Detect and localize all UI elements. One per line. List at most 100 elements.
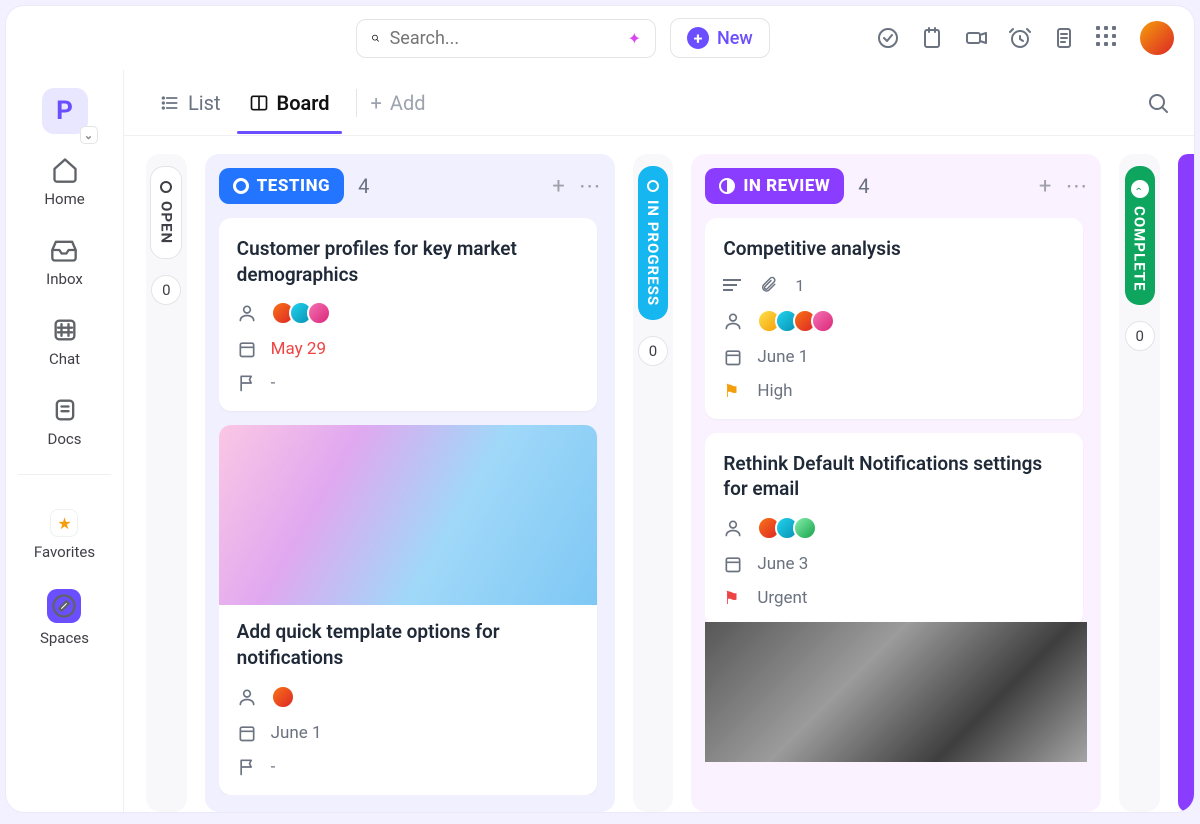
task-card[interactable]: Add quick template options for notificat… bbox=[219, 425, 597, 794]
status-pill-in-progress: IN PROGRESS bbox=[638, 166, 668, 320]
compass-icon bbox=[47, 589, 81, 623]
workspace-letter: P bbox=[56, 96, 73, 126]
search-icon[interactable] bbox=[1146, 91, 1170, 115]
hashtag-icon bbox=[51, 316, 79, 344]
sidebar-divider bbox=[18, 474, 112, 475]
task-card[interactable]: Rethink Default Notifications settings f… bbox=[705, 433, 1083, 626]
tab-label: List bbox=[188, 91, 221, 115]
status-name: COMPLETE bbox=[1131, 206, 1149, 291]
nav-label: Docs bbox=[48, 430, 82, 448]
doc-icon[interactable] bbox=[1052, 26, 1076, 50]
card-title: Customer profiles for key market demogra… bbox=[237, 236, 579, 287]
priority-value: - bbox=[271, 373, 276, 393]
assignee-avatars[interactable] bbox=[271, 685, 295, 709]
status-name: IN PROGRESS bbox=[644, 200, 662, 306]
add-view-label: Add bbox=[390, 91, 426, 115]
add-task-icon[interactable]: + bbox=[1039, 174, 1051, 199]
home-icon bbox=[51, 156, 79, 184]
chevron-left-icon: ‹ bbox=[1131, 180, 1149, 198]
search-input[interactable] bbox=[390, 28, 618, 49]
attachment-count: 1 bbox=[795, 276, 804, 295]
more-icon[interactable]: ⋯ bbox=[1065, 174, 1087, 199]
reminder-alarm-icon[interactable] bbox=[1008, 26, 1032, 50]
tab-label: Board bbox=[277, 91, 330, 115]
assignee-icon bbox=[723, 518, 743, 538]
column-count: 4 bbox=[858, 174, 869, 198]
plus-circle-icon: + bbox=[687, 27, 709, 49]
docs-icon bbox=[51, 396, 79, 424]
video-icon[interactable] bbox=[964, 26, 988, 50]
nav-label: Spaces bbox=[40, 629, 89, 647]
nav-home[interactable]: Home bbox=[44, 142, 84, 214]
nav-label: Home bbox=[44, 190, 84, 208]
column-complete-collapsed[interactable]: ‹ COMPLETE 0 bbox=[1119, 154, 1160, 812]
column-in-review: IN REVIEW 4 + ⋯ Competitive analysis bbox=[691, 154, 1101, 812]
user-avatar[interactable] bbox=[1140, 21, 1174, 55]
task-card[interactable]: Customer profiles for key market demogra… bbox=[219, 218, 597, 411]
attachment-icon bbox=[759, 276, 777, 294]
nav-docs[interactable]: Docs bbox=[48, 382, 82, 454]
status-pill-testing[interactable]: TESTING bbox=[219, 168, 344, 204]
add-view-button[interactable]: + Add bbox=[371, 91, 426, 115]
calendar-icon bbox=[723, 554, 743, 574]
priority-value: - bbox=[271, 757, 276, 777]
column-count: 0 bbox=[1125, 321, 1155, 351]
card-title: Competitive analysis bbox=[723, 236, 1065, 262]
column-open-collapsed[interactable]: OPEN 0 bbox=[146, 154, 187, 812]
calendar-icon bbox=[237, 339, 257, 359]
flag-icon bbox=[237, 757, 257, 777]
nav-chat[interactable]: Chat bbox=[49, 302, 80, 374]
status-pill-in-review[interactable]: IN REVIEW bbox=[705, 168, 844, 204]
next-column-peek[interactable] bbox=[1178, 154, 1194, 812]
due-date: June 1 bbox=[271, 723, 322, 743]
assignee-avatars[interactable] bbox=[757, 516, 817, 540]
flag-icon: ⚑ bbox=[723, 381, 743, 401]
column-count: 0 bbox=[638, 336, 668, 366]
nav-label: Chat bbox=[49, 350, 80, 368]
tab-board[interactable]: Board bbox=[237, 73, 342, 133]
task-card[interactable] bbox=[705, 640, 1083, 762]
add-task-icon[interactable]: + bbox=[552, 174, 564, 199]
board-icon bbox=[249, 93, 269, 113]
nav-inbox[interactable]: Inbox bbox=[46, 222, 83, 294]
status-name: TESTING bbox=[257, 176, 330, 196]
flag-icon: ⚑ bbox=[723, 588, 743, 608]
more-icon[interactable]: ⋯ bbox=[579, 174, 601, 199]
workspace-switcher[interactable]: P ⌄ bbox=[42, 88, 88, 134]
priority-value: High bbox=[757, 381, 792, 401]
new-button[interactable]: + New bbox=[670, 18, 770, 58]
status-progress-icon bbox=[719, 178, 735, 194]
list-icon bbox=[160, 93, 180, 113]
column-testing: TESTING 4 + ⋯ Customer profiles for key … bbox=[205, 154, 615, 812]
apps-grid-icon[interactable] bbox=[1096, 26, 1120, 50]
column-count: 4 bbox=[358, 174, 369, 198]
description-icon bbox=[723, 279, 741, 291]
task-card[interactable]: Competitive analysis 1 bbox=[705, 218, 1083, 419]
due-date: June 1 bbox=[757, 347, 808, 367]
tab-list[interactable]: List bbox=[148, 73, 233, 133]
search-icon bbox=[371, 28, 380, 48]
flag-icon bbox=[237, 373, 257, 393]
ai-sparkle-icon[interactable]: ✦ bbox=[628, 29, 641, 48]
global-search[interactable]: ✦ bbox=[356, 19, 656, 58]
nav-favorites[interactable]: ★ Favorites bbox=[34, 495, 95, 567]
nav-spaces[interactable]: Spaces bbox=[40, 575, 89, 653]
task-check-icon[interactable] bbox=[876, 26, 900, 50]
column-in-progress-collapsed[interactable]: IN PROGRESS 0 bbox=[633, 154, 674, 812]
inbox-icon bbox=[50, 236, 78, 264]
star-icon: ★ bbox=[50, 509, 78, 537]
assignee-avatars[interactable] bbox=[757, 309, 835, 333]
status-pill-open: OPEN bbox=[150, 166, 182, 259]
calendar-icon bbox=[237, 723, 257, 743]
calendar-icon bbox=[723, 347, 743, 367]
notepad-icon[interactable] bbox=[920, 26, 944, 50]
chevron-down-icon: ⌄ bbox=[80, 126, 98, 144]
due-date: May 29 bbox=[271, 339, 326, 359]
assignee-avatars[interactable] bbox=[271, 301, 331, 325]
card-cover-image bbox=[705, 622, 1087, 762]
due-date: June 3 bbox=[757, 554, 808, 574]
nav-label: Favorites bbox=[34, 543, 95, 561]
new-button-label: New bbox=[717, 28, 753, 49]
assignee-icon bbox=[237, 687, 257, 707]
card-title: Rethink Default Notifications settings f… bbox=[723, 451, 1065, 502]
